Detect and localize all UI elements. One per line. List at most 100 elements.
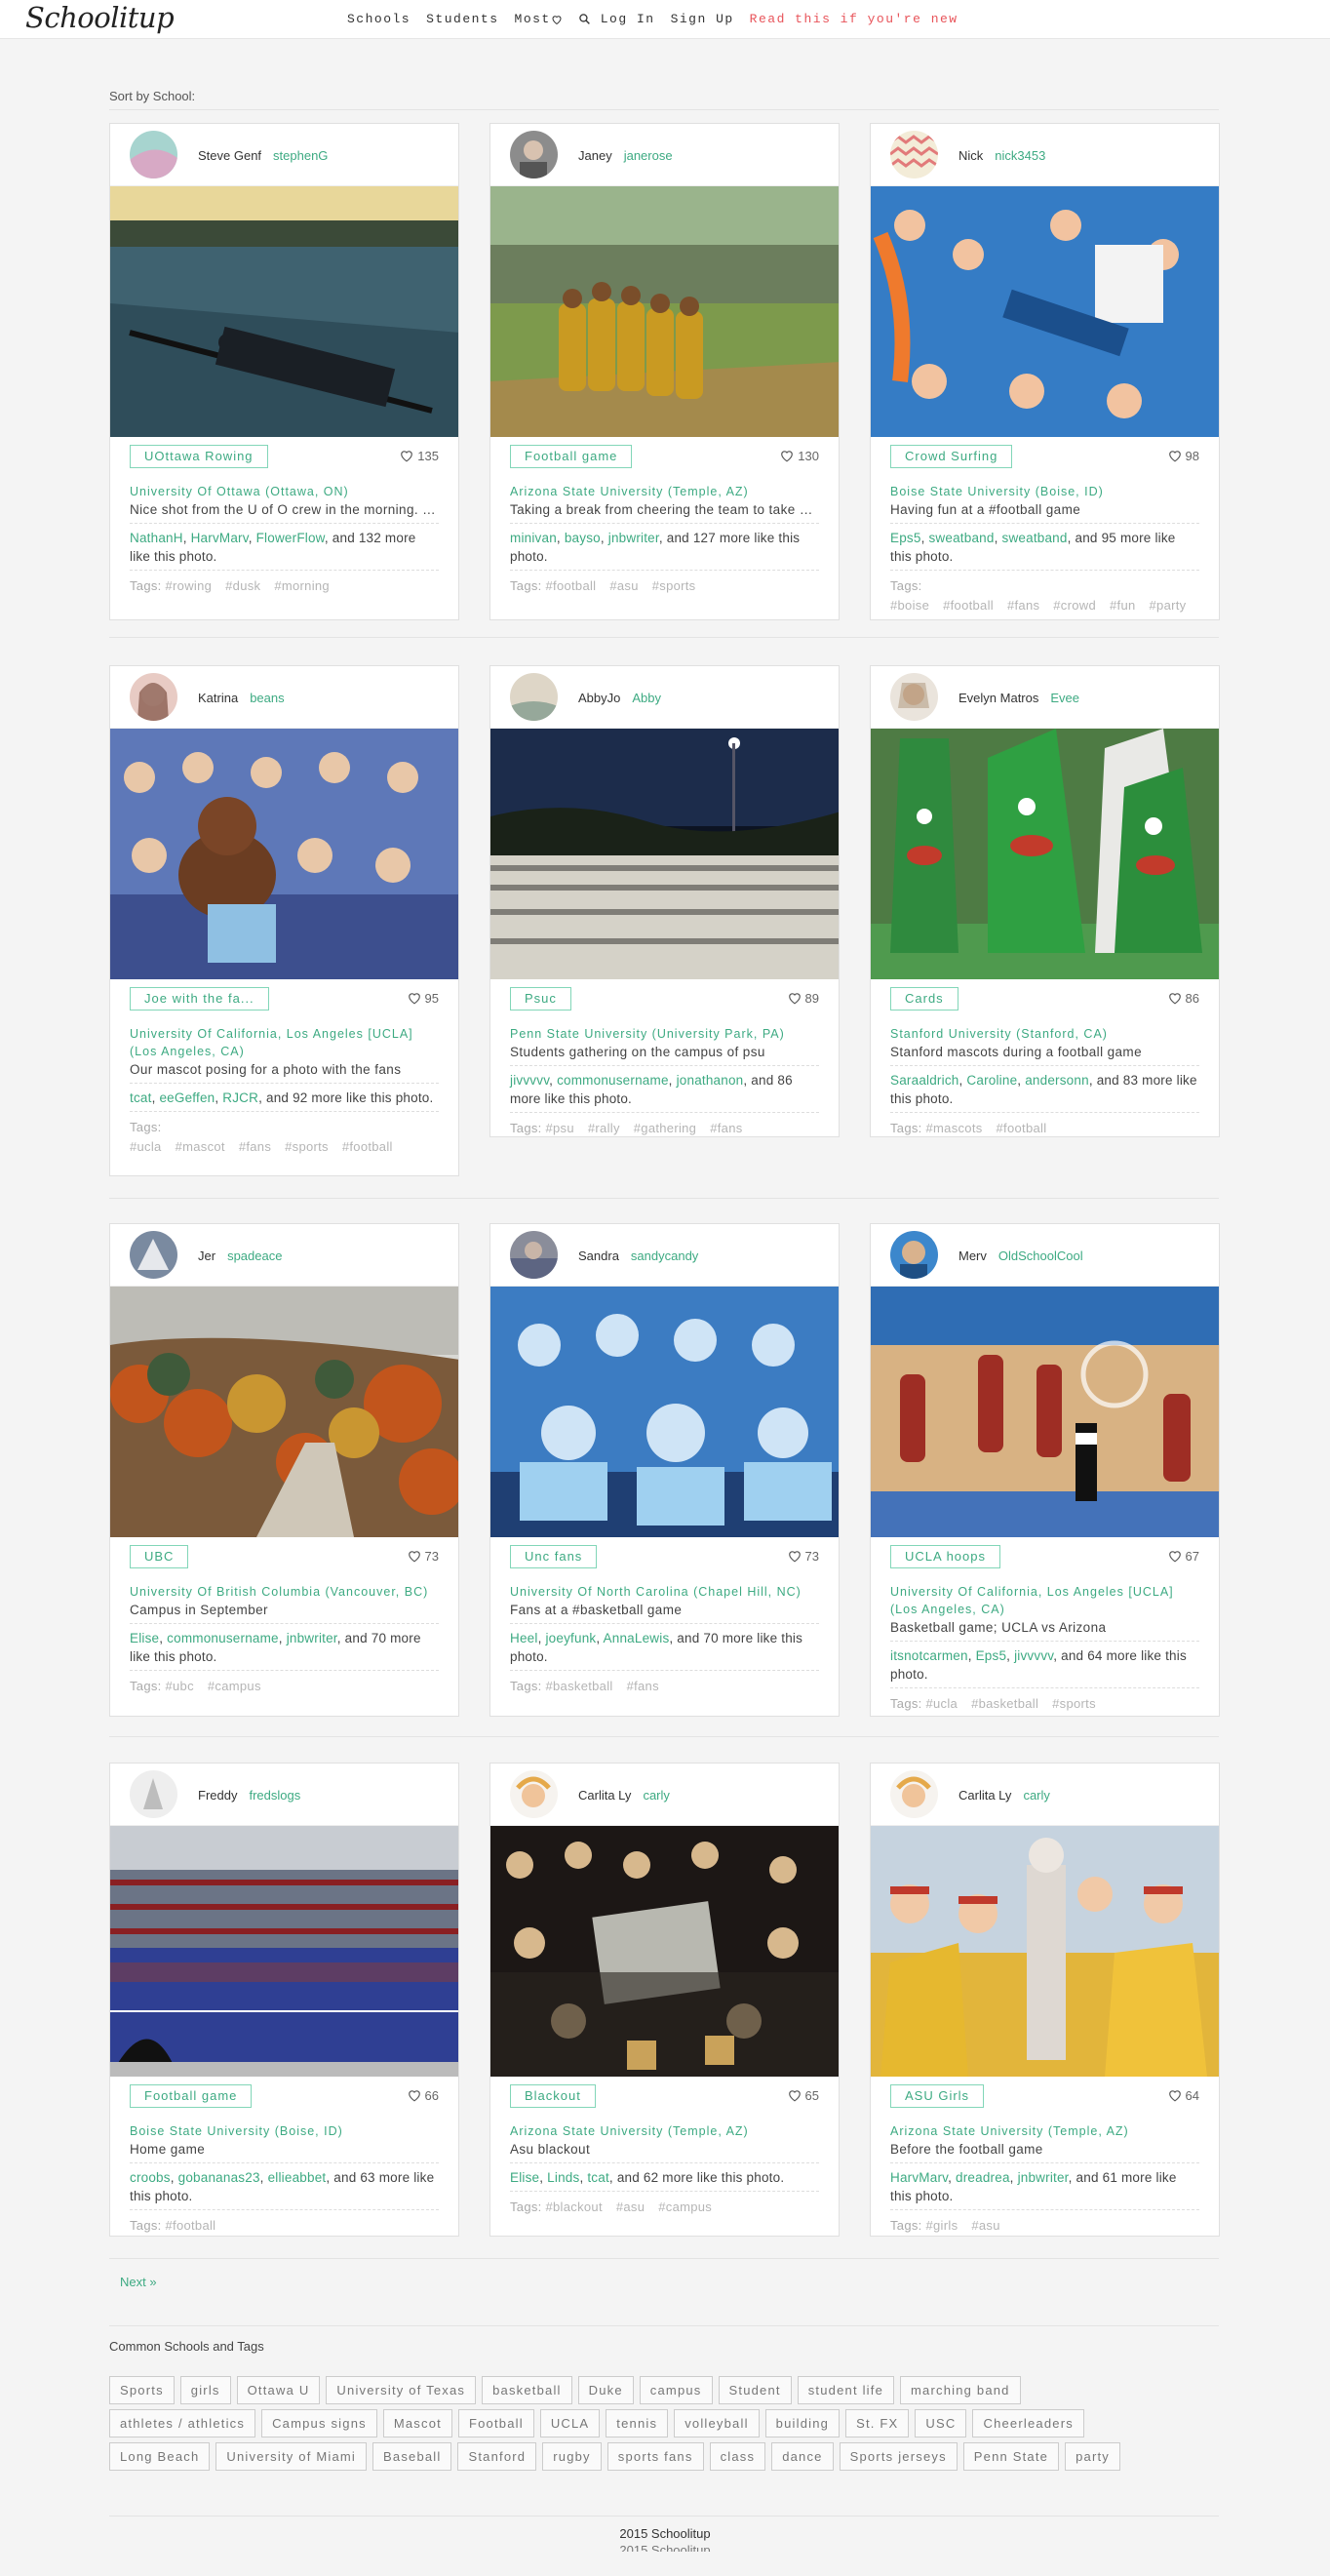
photo-title-tag[interactable]: Football game <box>510 445 633 468</box>
user-handle[interactable]: sandycandy <box>631 1248 698 1263</box>
nav-search[interactable] <box>578 13 591 25</box>
post-photo[interactable] <box>110 729 458 979</box>
tag-chip[interactable]: Long Beach <box>109 2442 211 2471</box>
school-link[interactable]: University Of British Columbia (Vancouve… <box>130 1583 439 1601</box>
photo-title-tag[interactable]: Football game <box>130 2084 253 2108</box>
user-name[interactable]: Steve Genf <box>198 148 261 163</box>
avatar[interactable] <box>510 673 558 721</box>
hashtag-link[interactable]: #dusk <box>225 578 260 593</box>
like-button[interactable]: 64 <box>1168 2088 1199 2103</box>
hashtag-link[interactable]: #rowing <box>166 578 213 593</box>
liker-link[interactable]: commonusername <box>557 1073 669 1088</box>
hashtag-link[interactable]: #fans <box>239 1139 271 1154</box>
liker-link[interactable]: jnbwriter <box>287 1631 337 1645</box>
user-handle[interactable]: spadeace <box>227 1248 282 1263</box>
hashtag-link[interactable]: #girls <box>926 2218 958 2233</box>
like-button[interactable]: 130 <box>780 449 819 463</box>
post-photo[interactable] <box>110 1287 458 1537</box>
liker-link[interactable]: Heel <box>510 1631 538 1645</box>
liker-link[interactable]: jonathanon <box>677 1073 744 1088</box>
hashtag-link[interactable]: #ubc <box>166 1679 194 1693</box>
hashtag-link[interactable]: #psu <box>546 1121 574 1135</box>
tag-chip[interactable]: athletes / athletics <box>109 2409 256 2437</box>
like-button[interactable]: 66 <box>408 2088 439 2103</box>
user-handle[interactable]: stephenG <box>273 148 328 163</box>
nav-login[interactable]: Log In <box>601 12 655 26</box>
tag-chip[interactable]: Stanford <box>457 2442 537 2471</box>
liker-link[interactable]: tcat <box>587 2170 609 2185</box>
like-button[interactable]: 65 <box>788 2088 819 2103</box>
liker-link[interactable]: Eps5 <box>890 531 921 545</box>
tag-chip[interactable]: campus <box>639 2376 713 2404</box>
liker-link[interactable]: Elise <box>130 1631 159 1645</box>
hashtag-link[interactable]: #boise <box>890 598 929 613</box>
tag-chip[interactable]: Baseball <box>372 2442 452 2471</box>
hashtag-link[interactable]: #fun <box>1110 598 1136 613</box>
tag-chip[interactable]: Student <box>718 2376 792 2404</box>
photo-title-tag[interactable]: UBC <box>130 1545 189 1568</box>
liker-link[interactable]: Elise <box>510 2170 539 2185</box>
school-link[interactable]: Boise State University (Boise, ID) <box>890 483 1199 500</box>
liker-link[interactable]: Caroline <box>966 1073 1017 1088</box>
hashtag-link[interactable]: #crowd <box>1053 598 1096 613</box>
hashtag-link[interactable]: #asu <box>971 2218 999 2233</box>
user-handle[interactable]: Evee <box>1050 691 1079 705</box>
photo-title-tag[interactable]: Blackout <box>510 2084 596 2108</box>
hashtag-link[interactable]: #fans <box>627 1679 659 1693</box>
user-name[interactable]: Carlita Ly <box>958 1788 1011 1803</box>
hashtag-link[interactable]: #mascots <box>926 1121 983 1135</box>
nav-schools[interactable]: Schools <box>347 12 411 26</box>
like-button[interactable]: 98 <box>1168 449 1199 463</box>
avatar[interactable] <box>890 673 938 721</box>
hashtag-link[interactable]: #party <box>1150 598 1187 613</box>
user-name[interactable]: Merv <box>958 1248 987 1263</box>
tag-chip[interactable]: Ottawa U <box>236 2376 321 2404</box>
tag-chip[interactable]: tennis <box>606 2409 669 2437</box>
liker-link[interactable]: Saraaldrich <box>890 1073 959 1088</box>
tag-chip[interactable]: Sports jerseys <box>839 2442 958 2471</box>
hashtag-link[interactable]: #fans <box>710 1121 742 1135</box>
user-name[interactable]: Janey <box>578 148 612 163</box>
tag-chip[interactable]: St. FX <box>845 2409 910 2437</box>
hashtag-link[interactable]: #ucla <box>130 1139 162 1154</box>
hashtag-link[interactable]: #basketball <box>546 1679 613 1693</box>
post-photo[interactable] <box>490 729 839 979</box>
user-handle[interactable]: carly <box>643 1788 669 1803</box>
hashtag-link[interactable]: #football <box>943 598 994 613</box>
liker-link[interactable]: joeyfunk <box>545 1631 596 1645</box>
user-handle[interactable]: fredslogs <box>249 1788 300 1803</box>
hashtag-link[interactable]: #football <box>546 578 597 593</box>
tag-chip[interactable]: dance <box>771 2442 834 2471</box>
school-link[interactable]: University Of California, Los Angeles [U… <box>130 1025 439 1060</box>
liker-link[interactable]: FlowerFlow <box>256 531 325 545</box>
liker-link[interactable]: dreadrea <box>956 2170 1010 2185</box>
nav-signup[interactable]: Sign Up <box>671 12 734 26</box>
liker-link[interactable]: andersonn <box>1025 1073 1089 1088</box>
tag-chip[interactable]: UCLA <box>539 2409 601 2437</box>
school-link[interactable]: Arizona State University (Temple, AZ) <box>890 2122 1199 2140</box>
photo-title-tag[interactable]: UCLA hoops <box>890 1545 1000 1568</box>
liker-link[interactable]: AnnaLewis <box>604 1631 670 1645</box>
photo-title-tag[interactable]: UOttawa Rowing <box>130 445 268 468</box>
liker-link[interactable]: minivan <box>510 531 557 545</box>
post-photo[interactable] <box>490 186 839 437</box>
liker-link[interactable]: jivvvvv <box>510 1073 549 1088</box>
tag-chip[interactable]: University of Miami <box>215 2442 368 2471</box>
user-handle[interactable]: nick3453 <box>995 148 1045 163</box>
school-link[interactable]: University Of California, Los Angeles [U… <box>890 1583 1199 1618</box>
user-name[interactable]: Nick <box>958 148 983 163</box>
tag-chip[interactable]: Penn State <box>962 2442 1060 2471</box>
liker-link[interactable]: jnbwriter <box>608 531 659 545</box>
tag-chip[interactable]: rugby <box>542 2442 602 2471</box>
photo-title-tag[interactable]: Unc fans <box>510 1545 598 1568</box>
liker-link[interactable]: eeGeffen <box>159 1090 215 1105</box>
liker-link[interactable]: tcat <box>130 1090 152 1105</box>
avatar[interactable] <box>890 1770 938 1818</box>
avatar[interactable] <box>130 131 177 178</box>
liker-link[interactable]: sweatband <box>1002 531 1068 545</box>
user-handle[interactable]: janerose <box>624 148 673 163</box>
photo-title-tag[interactable]: Cards <box>890 987 958 1011</box>
like-button[interactable]: 67 <box>1168 1549 1199 1564</box>
avatar[interactable] <box>890 131 938 178</box>
school-link[interactable]: Penn State University (University Park, … <box>510 1025 819 1043</box>
